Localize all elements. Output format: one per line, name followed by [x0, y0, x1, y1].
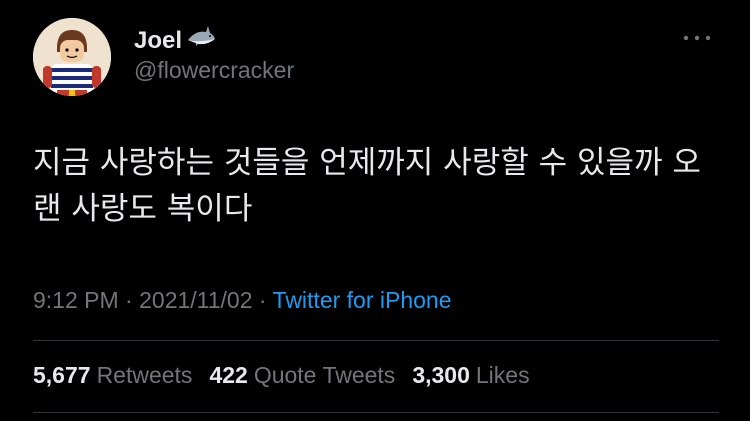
- tweet-time[interactable]: 9:12 PM: [33, 287, 119, 313]
- retweets-stat[interactable]: 5,677 Retweets: [33, 362, 192, 389]
- display-name-text: Joel: [134, 26, 183, 54]
- tweet-text: 지금 사랑하는 것들을 언제까지 사랑할 수 있을까 오랜 사랑도 복이다: [33, 145, 701, 227]
- quote-tweets-stat[interactable]: 422 Quote Tweets: [209, 362, 395, 389]
- likes-label: Likes: [475, 362, 530, 388]
- retweets-count: 5,677: [33, 362, 91, 388]
- quote-tweets-label: Quote Tweets: [253, 362, 396, 388]
- tweet-date[interactable]: 2021/11/02: [139, 287, 252, 313]
- avatar[interactable]: [33, 18, 111, 96]
- shark-icon: [186, 24, 216, 57]
- divider: [33, 340, 719, 341]
- quote-tweets-count: 422: [209, 362, 248, 388]
- user-handle[interactable]: @flowercracker: [134, 57, 294, 84]
- meta-separator: ·: [118, 287, 140, 313]
- avatar-image: [33, 18, 111, 96]
- meta-separator: ·: [252, 287, 273, 313]
- display-name[interactable]: Joel: [134, 24, 216, 57]
- likes-stat[interactable]: 3,300 Likes: [412, 362, 529, 389]
- tweet-source-link[interactable]: Twitter for iPhone: [273, 287, 452, 313]
- tweet: Joel @flowercracker 지금 사랑하는 것들을 언제까지 사랑할…: [0, 0, 750, 421]
- tweet-stats: 5,677 Retweets 422 Quote Tweets 3,300 Likes: [33, 362, 530, 389]
- likes-count: 3,300: [412, 362, 470, 388]
- more-options-icon[interactable]: [680, 28, 714, 48]
- retweets-label: Retweets: [96, 362, 193, 388]
- divider: [33, 412, 719, 413]
- tweet-meta: 9:12 PM · 2021/11/02 · Twitter for iPhon…: [33, 287, 452, 314]
